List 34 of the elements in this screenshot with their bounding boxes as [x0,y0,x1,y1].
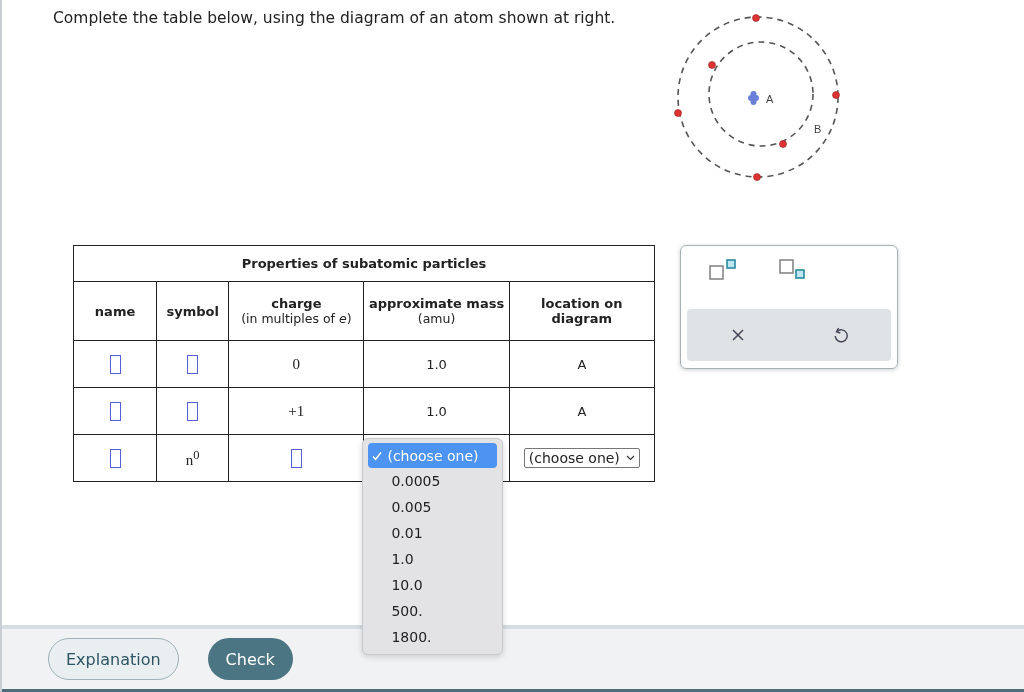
table-cell: 1.0 [426,403,447,419]
dropdown-option[interactable]: 1.0 [368,546,498,572]
answer-box[interactable] [109,448,121,468]
column-header: location on diagram [509,281,655,341]
dropdown-option[interactable]: 0.005 [368,494,498,520]
answer-box[interactable] [109,401,121,421]
chevron-icon [625,455,635,461]
answer-box[interactable] [187,354,199,374]
dropdown-option[interactable]: 1800. [368,624,498,650]
table-cell: n$^{0}$ [185,451,200,468]
table-cell: 1.0 [426,356,447,372]
answer-box[interactable] [290,448,302,468]
column-header: name [73,281,157,341]
table-cell: A [577,356,587,372]
explanation-button[interactable]: Explanation [48,638,179,680]
dropdown-option[interactable]: 0.01 [368,520,498,546]
dropdown-option[interactable]: 10.0 [368,572,498,598]
undo-icon[interactable] [832,326,848,344]
table-cell: A [577,403,587,419]
table-title: Properties of subatomic particles [73,245,655,282]
table-cell: 0 [292,355,301,372]
dropdown-option[interactable]: 500. [368,598,498,624]
answer-box[interactable] [109,354,121,374]
question-prompt: Complete the table below, using the diagram of an atom shown at right. [53,9,617,27]
column-header: charge (in multiples of e) [228,281,364,341]
table-cell: +1 [288,402,305,419]
dropdown-select[interactable]: (choose one) [523,448,640,468]
check-icon [372,450,383,461]
check-button[interactable]: Check [207,638,293,680]
dropdown-option[interactable]: 0.0005 [368,468,498,494]
column-header: symbol [156,281,229,341]
answer-box[interactable] [187,401,199,421]
column-header: approximate mass (amu) [363,281,510,341]
close-icon[interactable] [730,327,746,343]
